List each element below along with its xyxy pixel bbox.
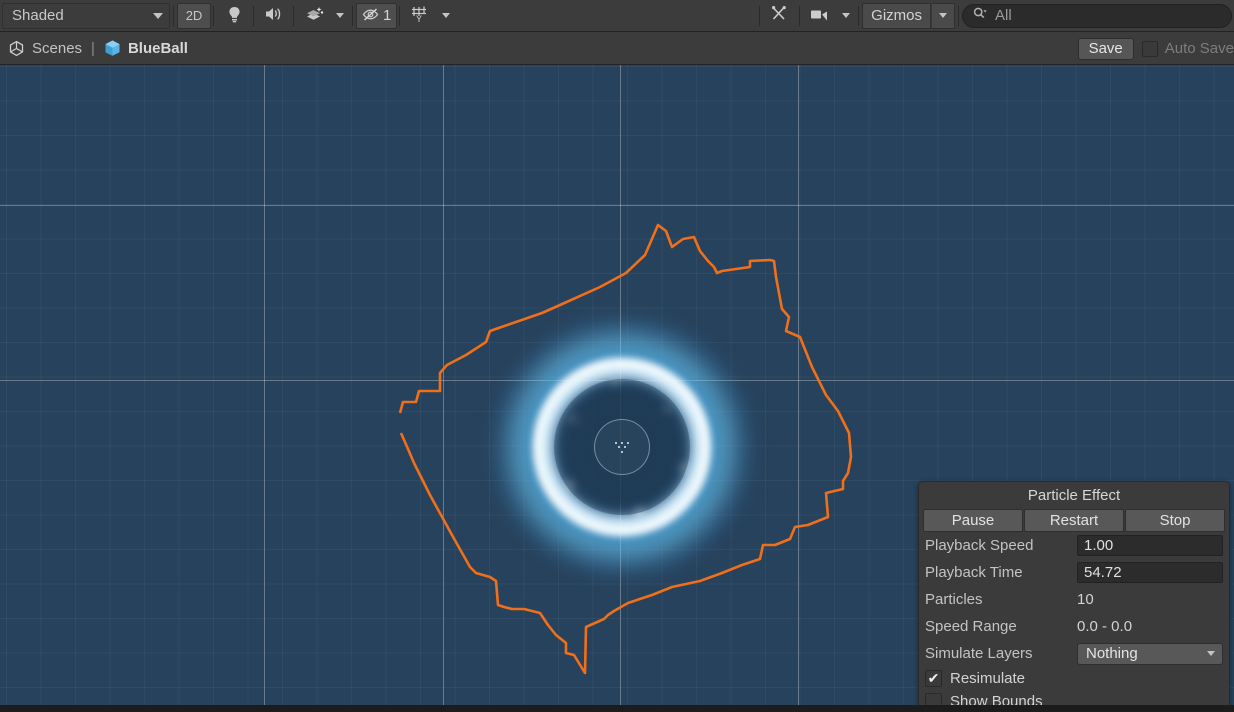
scene-view-toolbar: Shaded 2D 1 Y Gizmos All: [0, 0, 1234, 32]
eye-crossed-icon: [362, 7, 381, 25]
toolbar-separator: [858, 5, 860, 26]
scene-effects-dropdown[interactable]: [330, 3, 350, 29]
auto-save-label: Auto Save: [1164, 40, 1234, 57]
simulate-layers-value: Nothing: [1086, 645, 1138, 662]
resimulate-label: Resimulate: [950, 670, 1026, 687]
toolbar-separator: [958, 5, 959, 26]
chevron-down-icon: [336, 13, 344, 18]
particles-row: Particles 10: [919, 586, 1229, 613]
gizmos-label: Gizmos: [871, 7, 922, 24]
search-icon: [973, 7, 987, 24]
toolbar-separator: [759, 5, 761, 26]
resimulate-checkbox[interactable]: ✔: [925, 670, 942, 687]
scene-camera-dropdown[interactable]: [836, 3, 856, 29]
scene-search-value: All: [995, 7, 1012, 24]
particles-value: 10: [1077, 591, 1094, 608]
breadcrumb-divider: |: [91, 39, 95, 57]
chevron-down-icon: [1207, 651, 1215, 656]
scene-camera-button[interactable]: [803, 3, 837, 29]
particle-effect-panel-title: Particle Effect: [1027, 487, 1121, 504]
effects-sparkle-icon: [305, 6, 324, 26]
scene-audio-button[interactable]: [257, 3, 291, 29]
speed-range-value: 0.0 - 0.0: [1077, 618, 1133, 635]
playback-speed-row: Playback Speed 1.00: [919, 532, 1229, 559]
playback-speed-label: Playback Speed: [925, 537, 1034, 554]
lightbulb-icon: [227, 6, 242, 26]
transform-gizmo-handle[interactable]: [615, 442, 629, 454]
particles-label: Particles: [925, 591, 983, 608]
simulate-layers-label: Simulate Layers: [925, 645, 1033, 662]
draw-mode-label: Shaded: [12, 7, 64, 24]
toolbar-separator: [173, 5, 174, 26]
chevron-down-icon: [842, 13, 851, 18]
simulate-layers-row: Simulate Layers Nothing: [919, 640, 1229, 667]
check-icon: ✔: [927, 670, 940, 686]
restart-button[interactable]: Restart: [1024, 509, 1124, 532]
auto-save-checkbox[interactable]: [1141, 40, 1158, 57]
prefab-breadcrumb-bar: Scenes | BlueBall Save Auto Save: [0, 32, 1234, 65]
pause-button[interactable]: Pause: [923, 509, 1023, 532]
grid-snapping-button[interactable]: Y: [403, 3, 437, 29]
scene-search-field[interactable]: All: [962, 3, 1232, 28]
show-bounds-row[interactable]: Show Bounds: [919, 690, 1229, 705]
show-bounds-checkbox[interactable]: [925, 693, 942, 705]
particle-effect-playback-buttons: Pause Restart Stop: [919, 509, 1229, 532]
stop-button[interactable]: Stop: [1125, 509, 1225, 532]
speed-range-label: Speed Range: [925, 618, 1017, 635]
scene-view-tools-button[interactable]: [763, 3, 797, 29]
scene-viewport[interactable]: Particle Effect Pause Restart Stop Playb…: [0, 65, 1234, 705]
toolbar-separator: [293, 5, 294, 26]
scene-lighting-button[interactable]: [217, 3, 251, 29]
toolbar-separator: [799, 5, 801, 26]
breadcrumb-prefab-label: BlueBall: [127, 39, 188, 57]
breadcrumb-item-scenes[interactable]: Scenes: [8, 40, 82, 57]
window-bottom-edge: [0, 705, 1234, 712]
breadcrumb-right-controls: Save Auto Save: [1077, 32, 1234, 65]
playback-time-input[interactable]: 54.72: [1077, 562, 1223, 583]
svg-text:Y: Y: [416, 14, 422, 23]
playback-speed-input[interactable]: 1.00: [1077, 535, 1223, 556]
scene-effects-button[interactable]: [297, 3, 331, 29]
toolbar-separator: [213, 5, 214, 26]
hidden-objects-button[interactable]: 1: [356, 2, 398, 29]
chevron-down-icon: [939, 13, 947, 18]
toggle-2d-button[interactable]: 2D: [177, 2, 211, 29]
playback-time-row: Playback Time 54.72: [919, 559, 1229, 586]
hidden-objects-count: 1: [383, 7, 392, 24]
auto-save-toggle[interactable]: Auto Save: [1141, 40, 1234, 57]
playback-time-label: Playback Time: [925, 564, 1023, 581]
toolbar-separator: [253, 5, 254, 26]
grid-snapping-dropdown[interactable]: [436, 3, 456, 29]
breadcrumb-scenes-label: Scenes: [32, 39, 83, 57]
unity-scene-view-window: Shaded 2D 1 Y Gizmos All Scenes | BlueBa…: [0, 0, 1234, 712]
breadcrumb-item-prefab[interactable]: BlueBall: [104, 39, 188, 57]
camera-icon: [810, 8, 830, 24]
particle-effect-panel: Particle Effect Pause Restart Stop Playb…: [918, 481, 1230, 705]
chevron-down-icon: [442, 13, 451, 18]
save-button[interactable]: Save: [1077, 37, 1134, 60]
grid-axis-icon: Y: [411, 5, 430, 26]
unity-logo-icon: [8, 40, 25, 57]
prefab-cube-icon: [104, 39, 121, 57]
gizmos-dropdown[interactable]: [931, 2, 955, 29]
show-bounds-label: Show Bounds: [950, 693, 1043, 705]
gizmos-toggle-button[interactable]: Gizmos: [862, 2, 931, 29]
toolbar-separator: [399, 5, 401, 26]
draw-mode-dropdown[interactable]: Shaded: [2, 2, 170, 29]
save-button-label: Save: [1088, 40, 1123, 57]
toggle-2d-label: 2D: [185, 8, 203, 23]
chevron-down-icon: [153, 12, 163, 19]
speed-range-row: Speed Range 0.0 - 0.0: [919, 613, 1229, 640]
speaker-icon: [264, 6, 284, 25]
tools-icon: [771, 5, 790, 26]
toolbar-separator: [352, 5, 353, 26]
resimulate-row[interactable]: ✔ Resimulate: [919, 667, 1229, 690]
simulate-layers-dropdown[interactable]: Nothing: [1077, 642, 1223, 665]
